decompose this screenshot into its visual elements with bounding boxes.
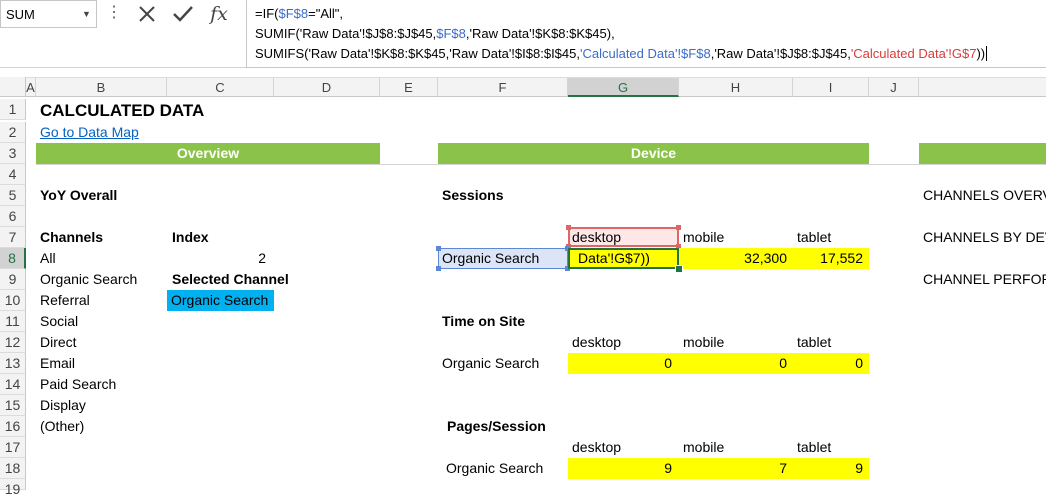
tos-mobile-value[interactable]: 0 (679, 353, 787, 374)
check-icon[interactable] (170, 2, 196, 26)
column-header-i[interactable]: I (793, 78, 869, 97)
channels-header[interactable]: Channels (40, 227, 103, 248)
channel-item[interactable]: Email (40, 353, 75, 374)
formula-line-2: SUMIF('Raw Data'!$J$8:$J$45,$F$8,'Raw Da… (255, 26, 615, 41)
row-header[interactable]: 3 (0, 143, 26, 164)
channel-item[interactable]: Referral (40, 290, 90, 311)
row-header[interactable]: 12 (0, 332, 26, 353)
right-section-header[interactable] (919, 143, 1046, 164)
time-on-site-title[interactable]: Time on Site (442, 311, 525, 332)
row-header[interactable]: 2 (0, 122, 26, 143)
column-header-b[interactable]: B (36, 78, 167, 97)
yoy-overall-label[interactable]: YoY Overall (40, 185, 117, 206)
channel-item[interactable]: Paid Search (40, 374, 116, 395)
channel-performance-link[interactable]: CHANNEL PERFORM (923, 269, 1046, 290)
ps-header-tablet[interactable]: tablet (797, 437, 831, 458)
active-cell-editor[interactable]: Data'!G$7)) (568, 248, 679, 269)
column-header-j[interactable]: J (869, 78, 919, 97)
active-cell-text: Data'!G$7)) (578, 250, 650, 266)
index-value[interactable]: 2 (167, 248, 266, 269)
tos-tablet-value[interactable]: 0 (793, 353, 863, 374)
formula-input[interactable]: =IF($F$8="All", SUMIF('Raw Data'!$J$8:$J… (246, 0, 1046, 68)
row-header[interactable]: 19 (0, 479, 26, 497)
x-icon[interactable] (134, 2, 160, 26)
sessions-tablet-value[interactable]: 17,552 (793, 248, 863, 269)
row-header[interactable]: 1 (0, 99, 26, 120)
ps-header-desktop[interactable]: desktop (572, 437, 621, 458)
tos-header-tablet[interactable]: tablet (797, 332, 831, 353)
data-map-link[interactable]: Go to Data Map (40, 122, 139, 143)
ps-header-mobile[interactable]: mobile (683, 437, 724, 458)
sessions-title[interactable]: Sessions (442, 185, 503, 206)
overview-header[interactable]: Overview (36, 143, 380, 164)
index-label[interactable]: Index (172, 227, 209, 248)
row-header[interactable]: 17 (0, 437, 26, 458)
more-icon[interactable]: ⋮ (106, 4, 122, 22)
ps-row-label[interactable]: Organic Search (446, 458, 543, 479)
sessions-header-tablet[interactable]: tablet (797, 227, 831, 248)
pages-session-title[interactable]: Pages/Session (447, 416, 546, 437)
row-header[interactable]: 15 (0, 395, 26, 416)
sessions-mobile-value[interactable]: 32,300 (679, 248, 787, 269)
sessions-header-mobile[interactable]: mobile (683, 227, 724, 248)
column-header-bar: A B C D E F G H I J (0, 77, 1046, 97)
row-header[interactable]: 16 (0, 416, 26, 437)
chevron-down-icon[interactable]: ▼ (82, 9, 91, 19)
row-header[interactable]: 5 (0, 185, 26, 206)
sessions-row-label[interactable]: Organic Search (442, 248, 539, 269)
column-header-c[interactable]: C (167, 78, 274, 97)
formula-line-3: SUMIFS('Raw Data'!$K$8:$K$45,'Raw Data'!… (255, 46, 988, 61)
row-header[interactable]: 18 (0, 458, 26, 479)
channel-item[interactable]: All (40, 248, 56, 269)
selected-channel-label[interactable]: Selected Channel (172, 269, 289, 290)
ps-tablet-value[interactable]: 9 (793, 458, 863, 479)
channel-item[interactable]: Social (40, 311, 78, 332)
column-header-f[interactable]: F (438, 78, 568, 97)
column-header-d[interactable]: D (274, 78, 380, 97)
channel-item[interactable]: Display (40, 395, 86, 416)
column-header-g[interactable]: G (568, 78, 679, 97)
column-header-a[interactable]: A (26, 78, 36, 97)
selected-channel-value[interactable]: Organic Search (167, 290, 274, 311)
sessions-header-desktop[interactable]: desktop (572, 227, 621, 248)
ps-mobile-value[interactable]: 7 (679, 458, 787, 479)
tos-header-desktop[interactable]: desktop (572, 332, 621, 353)
channels-overview-link[interactable]: CHANNELS OVERVI (923, 185, 1046, 206)
fx-icon[interactable]: fx (206, 2, 232, 26)
tos-header-mobile[interactable]: mobile (683, 332, 724, 353)
device-header[interactable]: Device (438, 143, 869, 164)
row-header[interactable]: 13 (0, 353, 26, 374)
row-header[interactable]: 9 (0, 269, 26, 290)
column-header-e[interactable]: E (380, 78, 438, 97)
select-all-corner[interactable] (0, 77, 26, 97)
formula-line-1: =IF($F$8="All", (255, 6, 344, 21)
row-header[interactable]: 10 (0, 290, 26, 311)
channels-by-device-link[interactable]: CHANNELS BY DEV (923, 227, 1046, 248)
channel-item[interactable]: Direct (40, 332, 77, 353)
name-box-value: SUM (6, 6, 35, 22)
row-header[interactable]: 11 (0, 311, 26, 332)
ps-desktop-value[interactable]: 9 (568, 458, 672, 479)
sheet-title[interactable]: CALCULATED DATA (40, 99, 204, 122)
tos-row-label[interactable]: Organic Search (442, 353, 539, 374)
channel-item[interactable]: (Other) (40, 416, 84, 437)
row-header[interactable]: 6 (0, 206, 26, 227)
row-header[interactable]: 4 (0, 164, 26, 185)
row-header[interactable]: 14 (0, 374, 26, 395)
tos-desktop-value[interactable]: 0 (568, 353, 672, 374)
column-header-h[interactable]: H (679, 78, 793, 97)
row-header[interactable]: 8 (0, 248, 26, 269)
channel-item[interactable]: Organic Search (40, 269, 137, 290)
row-header[interactable]: 7 (0, 227, 26, 248)
